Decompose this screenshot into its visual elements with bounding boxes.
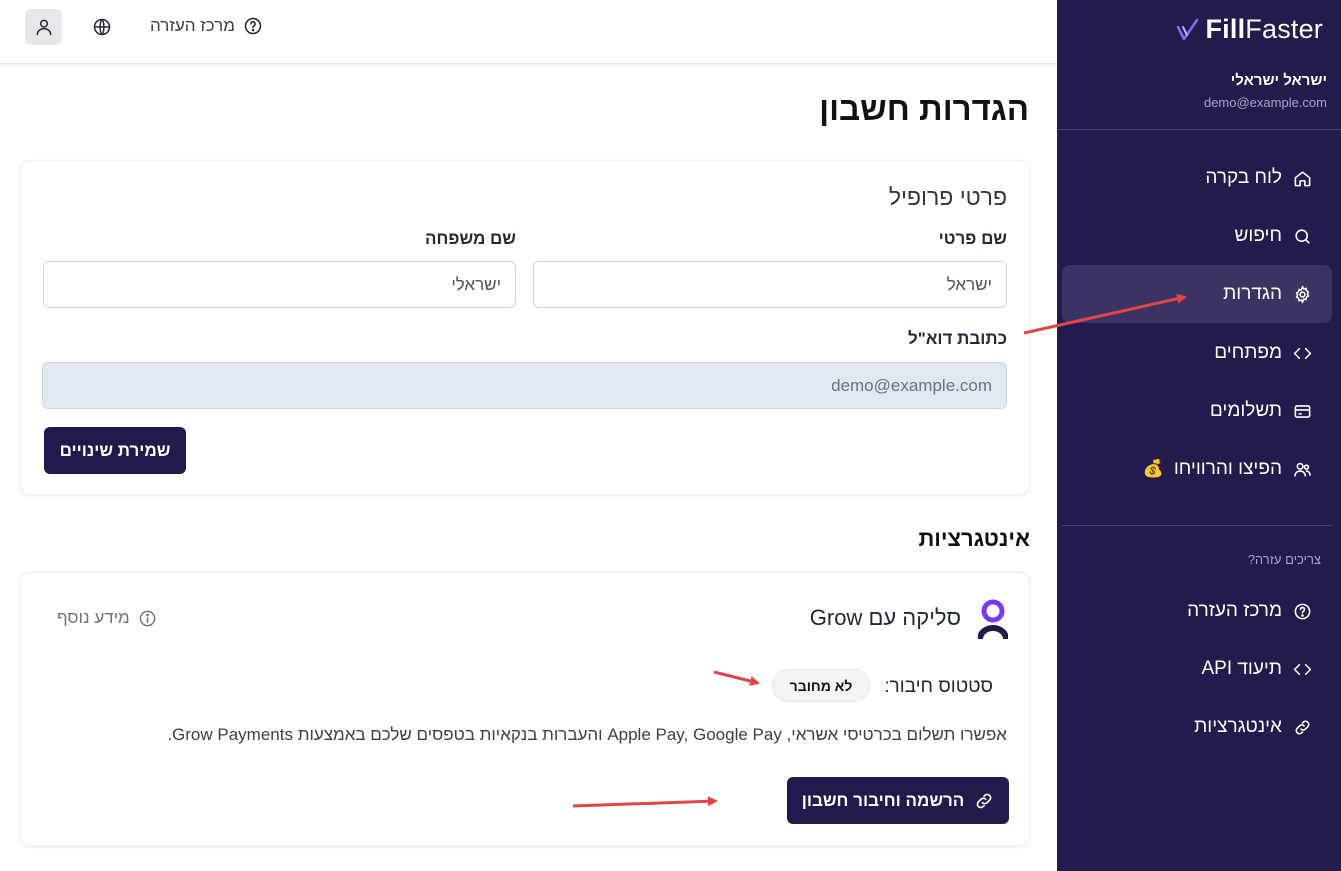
- email-input: demo@example.com: [42, 362, 1007, 409]
- grow-description: אפשרו תשלום בכרטיסי אשראי, Apple Pay, Go…: [167, 725, 1007, 744]
- first-name-label: שם פרטי: [938, 229, 1007, 248]
- help-icon: [1292, 601, 1312, 621]
- sidebar-item-label: הגדרות: [1223, 283, 1282, 304]
- help-section-title: צריכים עזרה?: [1247, 552, 1321, 567]
- users-icon: [1292, 459, 1312, 479]
- top-bar: מרכז העזרה: [0, 0, 1057, 64]
- sidebar-item-developers[interactable]: מפתחים: [1062, 324, 1332, 382]
- save-button[interactable]: שמירת שינויים: [44, 427, 186, 474]
- connection-status-badge: לא מחובר: [772, 669, 870, 702]
- sidebar-item-label: הפיצו והרוויחו: [1173, 458, 1282, 479]
- sidebar-item-payments[interactable]: תשלומים: [1062, 382, 1332, 440]
- sidebar-item-label: מפתחים: [1214, 342, 1282, 363]
- profile-card: פרטי פרופיל שם פרטי שם משפחה ישראל ישראל…: [20, 160, 1030, 495]
- money-bag-icon: 💰: [1142, 459, 1164, 478]
- grow-title: סליקה עם Grow: [809, 605, 961, 630]
- user-avatar-button[interactable]: [25, 9, 62, 45]
- home-icon: [1292, 168, 1312, 188]
- search-icon: [1292, 226, 1312, 246]
- sidebar-item-label: אינטגרציות: [1194, 716, 1282, 737]
- sidebar-item-search[interactable]: חיפוש: [1062, 207, 1332, 265]
- connect-account-button[interactable]: הרשמה וחיבור חשבון: [787, 777, 1009, 824]
- sidebar-divider: [1062, 525, 1332, 526]
- grow-logo-icon: [977, 599, 1009, 640]
- sidebar-item-integrations[interactable]: אינטגרציות: [1062, 698, 1332, 756]
- more-info-link[interactable]: מידע נוסף: [57, 608, 157, 628]
- last-name-input[interactable]: ישראלי: [43, 261, 516, 308]
- sidebar-item-label: לוח בקרה: [1205, 167, 1282, 188]
- globe-icon: [93, 18, 111, 36]
- logo-check-icon: [1177, 18, 1199, 40]
- logo-bold: Fill: [1205, 14, 1246, 44]
- grow-integration-card: סליקה עם Grow מידע נוסף סטטוס חיבור: לא …: [20, 572, 1030, 846]
- connection-status-label: סטטוס חיבור:: [884, 676, 993, 697]
- sidebar: FillFaster ישראל ישראלי demo@example.com…: [1057, 0, 1341, 871]
- first-name-input[interactable]: ישראל: [533, 261, 1007, 308]
- last-name-label: שם משפחה: [425, 229, 516, 248]
- sidebar-item-settings[interactable]: הגדרות: [1062, 265, 1332, 323]
- help-center-link[interactable]: מרכז העזרה: [150, 16, 263, 36]
- sidebar-item-label: תשלומים: [1209, 400, 1282, 421]
- integrations-title: אינטגרציות: [918, 526, 1030, 551]
- card-icon: [1292, 401, 1312, 421]
- sidebar-item-label: מרכז העזרה: [1187, 600, 1282, 621]
- sidebar-item-help-center[interactable]: מרכז העזרה: [1062, 582, 1332, 640]
- sidebar-item-api-docs[interactable]: תיעוד API: [1062, 640, 1332, 698]
- sidebar-user-email: demo@example.com: [1203, 95, 1327, 110]
- link-icon: [976, 793, 992, 808]
- user-icon: [36, 19, 51, 36]
- email-label: כתובת דוא"ל: [908, 329, 1007, 348]
- fillfaster-logo[interactable]: FillFaster: [1175, 14, 1323, 45]
- help-center-label: מרכז העזרה: [150, 16, 235, 35]
- sidebar-user-name: ישראל ישראלי: [1230, 72, 1327, 89]
- more-info-label: מידע נוסף: [57, 608, 130, 627]
- code-icon: [1292, 659, 1312, 679]
- profile-card-title: פרטי פרופיל: [888, 184, 1007, 210]
- link-icon: [1292, 717, 1312, 737]
- sidebar-item-affiliate[interactable]: הפיצו והרוויחו 💰: [1062, 440, 1332, 498]
- sidebar-item-label: חיפוש: [1234, 225, 1282, 246]
- sidebar-item-label: תיעוד API: [1201, 658, 1283, 679]
- logo-light: Faster: [1245, 14, 1323, 44]
- logo-text: FillFaster: [1205, 14, 1323, 45]
- language-button[interactable]: [91, 16, 113, 38]
- help-icon: [244, 17, 262, 35]
- page-title: הגדרות חשבון: [819, 90, 1029, 127]
- gear-icon: [1292, 284, 1312, 304]
- info-icon: [139, 610, 156, 626]
- code-icon: [1292, 343, 1312, 363]
- sidebar-divider: [1057, 129, 1341, 130]
- sidebar-item-dashboard[interactable]: לוח בקרה: [1062, 149, 1332, 207]
- connect-account-label: הרשמה וחיבור חשבון: [801, 790, 965, 810]
